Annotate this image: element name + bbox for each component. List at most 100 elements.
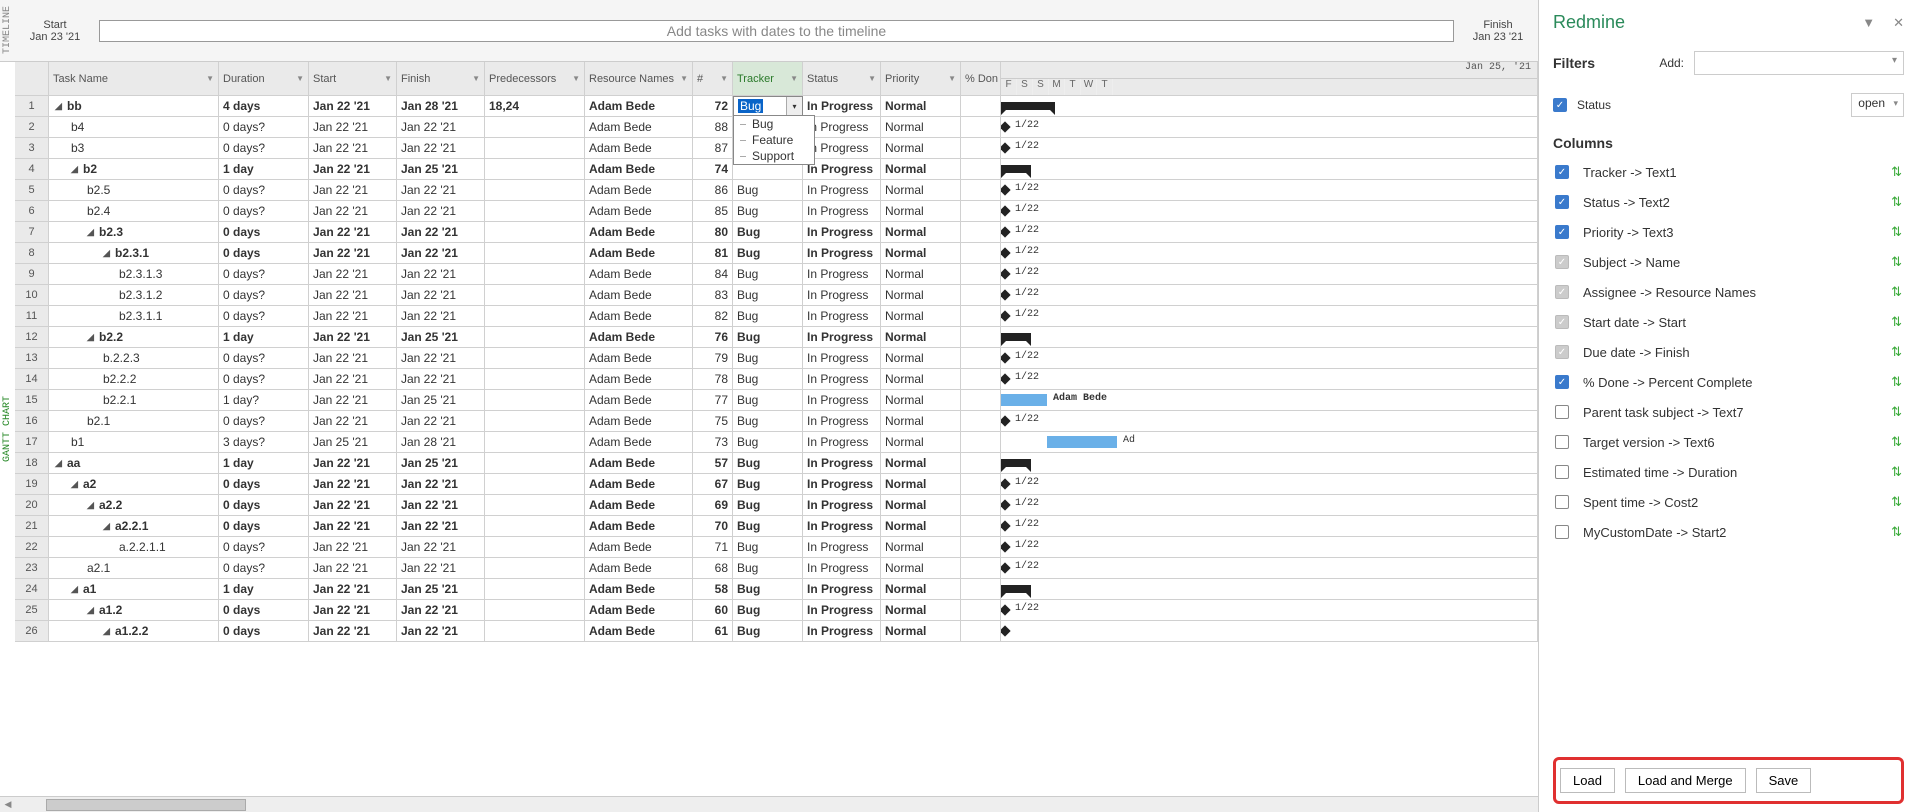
done-cell[interactable] [961, 264, 1001, 284]
predecessors-cell[interactable] [485, 264, 585, 284]
task-name-cell[interactable]: b2.3.1.2 [49, 285, 219, 305]
row-number[interactable]: 19 [15, 474, 49, 494]
status-cell[interactable]: In Progress [803, 306, 881, 326]
drag-handle-icon[interactable]: ⇅ [1891, 194, 1902, 210]
column-mapping-item[interactable]: Start date -> Start⇅ [1553, 307, 1904, 337]
status-cell[interactable]: In Progress [803, 369, 881, 389]
predecessors-cell[interactable] [485, 222, 585, 242]
row-number[interactable]: 1 [15, 96, 49, 116]
gantt-bar-cell[interactable]: 1/22 [1001, 138, 1538, 158]
timeline-input[interactable]: Add tasks with dates to the timeline [99, 20, 1454, 42]
finish-cell[interactable]: Jan 25 '21 [397, 327, 485, 347]
start-cell[interactable]: Jan 22 '21 [309, 264, 397, 284]
table-row[interactable]: 13b.2.2.30 days?Jan 22 '21Jan 22 '21Adam… [15, 348, 1538, 369]
resource-cell[interactable]: Adam Bede [585, 621, 693, 641]
start-cell[interactable]: Jan 22 '21 [309, 516, 397, 536]
predecessors-cell[interactable] [485, 180, 585, 200]
row-number[interactable]: 23 [15, 558, 49, 578]
duration-cell[interactable]: 0 days? [219, 180, 309, 200]
resource-cell[interactable]: Adam Bede [585, 180, 693, 200]
panel-close-icon[interactable]: ✕ [1893, 15, 1904, 31]
table-row[interactable]: 22a.2.2.1.10 days?Jan 22 '21Jan 22 '21Ad… [15, 537, 1538, 558]
tracker-option[interactable]: Support [734, 148, 814, 164]
gantt-bar-cell[interactable]: 1/22 [1001, 600, 1538, 620]
predecessors-cell[interactable] [485, 201, 585, 221]
number-cell[interactable]: 67 [693, 474, 733, 494]
column-checkbox[interactable] [1555, 225, 1569, 239]
resource-cell[interactable]: Adam Bede [585, 579, 693, 599]
drag-handle-icon[interactable]: ⇅ [1891, 404, 1902, 420]
number-cell[interactable]: 81 [693, 243, 733, 263]
row-number[interactable]: 26 [15, 621, 49, 641]
predecessors-cell[interactable] [485, 558, 585, 578]
header-number[interactable]: #▼ [693, 62, 733, 95]
finish-cell[interactable]: Jan 22 '21 [397, 516, 485, 536]
task-name-cell[interactable]: ◢a2 [49, 474, 219, 494]
header-resource[interactable]: Resource Names▼ [585, 62, 693, 95]
table-row[interactable]: 18◢aa1 dayJan 22 '21Jan 25 '21Adam Bede5… [15, 453, 1538, 474]
predecessors-cell[interactable] [485, 411, 585, 431]
drag-handle-icon[interactable]: ⇅ [1891, 314, 1902, 330]
done-cell[interactable] [961, 432, 1001, 452]
duration-cell[interactable]: 1 day [219, 327, 309, 347]
panel-menu-icon[interactable]: ▼ [1862, 15, 1875, 31]
predecessors-cell[interactable] [485, 306, 585, 326]
priority-cell[interactable]: Normal [881, 474, 961, 494]
priority-cell[interactable]: Normal [881, 201, 961, 221]
table-row[interactable]: 1◢bb4 daysJan 22 '21Jan 28 '2118,24Adam … [15, 96, 1538, 117]
task-name-cell[interactable]: b1 [49, 432, 219, 452]
status-cell[interactable]: In Progress [803, 327, 881, 347]
status-cell[interactable]: In Progress [803, 558, 881, 578]
duration-cell[interactable]: 0 days? [219, 201, 309, 221]
predecessors-cell[interactable] [485, 348, 585, 368]
status-cell[interactable]: In Progress [803, 621, 881, 641]
gantt-bar-cell[interactable] [1001, 159, 1538, 179]
priority-cell[interactable]: Normal [881, 600, 961, 620]
finish-cell[interactable]: Jan 22 '21 [397, 348, 485, 368]
tracker-option[interactable]: Bug [734, 116, 814, 132]
table-row[interactable]: 23a2.10 days?Jan 22 '21Jan 22 '21Adam Be… [15, 558, 1538, 579]
finish-cell[interactable]: Jan 22 '21 [397, 117, 485, 137]
predecessors-cell[interactable] [485, 327, 585, 347]
duration-cell[interactable]: 0 days? [219, 264, 309, 284]
column-checkbox[interactable] [1555, 495, 1569, 509]
gantt-bar-cell[interactable] [1001, 327, 1538, 347]
status-cell[interactable]: In Progress [803, 474, 881, 494]
column-mapping-item[interactable]: Subject -> Name⇅ [1553, 247, 1904, 277]
gantt-bar-cell[interactable]: 1/22 [1001, 516, 1538, 536]
load-merge-button[interactable]: Load and Merge [1625, 768, 1746, 793]
status-filter-checkbox[interactable] [1553, 98, 1567, 112]
column-mapping-item[interactable]: Priority -> Text3⇅ [1553, 217, 1904, 247]
row-number[interactable]: 21 [15, 516, 49, 536]
start-cell[interactable]: Jan 22 '21 [309, 159, 397, 179]
priority-cell[interactable]: Normal [881, 180, 961, 200]
status-cell[interactable]: In Progress [803, 390, 881, 410]
header-start[interactable]: Start▼ [309, 62, 397, 95]
column-mapping-item[interactable]: % Done -> Percent Complete⇅ [1553, 367, 1904, 397]
task-name-cell[interactable]: ◢b2.3.1 [49, 243, 219, 263]
finish-cell[interactable]: Jan 25 '21 [397, 159, 485, 179]
duration-cell[interactable]: 0 days? [219, 117, 309, 137]
chevron-down-icon[interactable]: ▾ [786, 97, 802, 115]
number-cell[interactable]: 87 [693, 138, 733, 158]
table-row[interactable]: 26◢a1.2.20 daysJan 22 '21Jan 22 '21Adam … [15, 621, 1538, 642]
row-number[interactable]: 25 [15, 600, 49, 620]
duration-cell[interactable]: 0 days [219, 222, 309, 242]
predecessors-cell[interactable] [485, 390, 585, 410]
table-row[interactable]: 10b2.3.1.20 days?Jan 22 '21Jan 22 '21Ada… [15, 285, 1538, 306]
predecessors-cell[interactable] [485, 369, 585, 389]
finish-cell[interactable]: Jan 22 '21 [397, 306, 485, 326]
resource-cell[interactable]: Adam Bede [585, 600, 693, 620]
duration-cell[interactable]: 0 days? [219, 537, 309, 557]
table-row[interactable]: 6b2.40 days?Jan 22 '21Jan 22 '21Adam Bed… [15, 201, 1538, 222]
done-cell[interactable] [961, 390, 1001, 410]
priority-cell[interactable]: Normal [881, 537, 961, 557]
gantt-bar-cell[interactable]: 1/22 [1001, 201, 1538, 221]
save-button[interactable]: Save [1756, 768, 1812, 793]
priority-cell[interactable]: Normal [881, 96, 961, 116]
tracker-cell[interactable]: Bug [733, 390, 803, 410]
row-number[interactable]: 2 [15, 117, 49, 137]
finish-cell[interactable]: Jan 28 '21 [397, 96, 485, 116]
finish-cell[interactable]: Jan 22 '21 [397, 474, 485, 494]
duration-cell[interactable]: 0 days? [219, 138, 309, 158]
